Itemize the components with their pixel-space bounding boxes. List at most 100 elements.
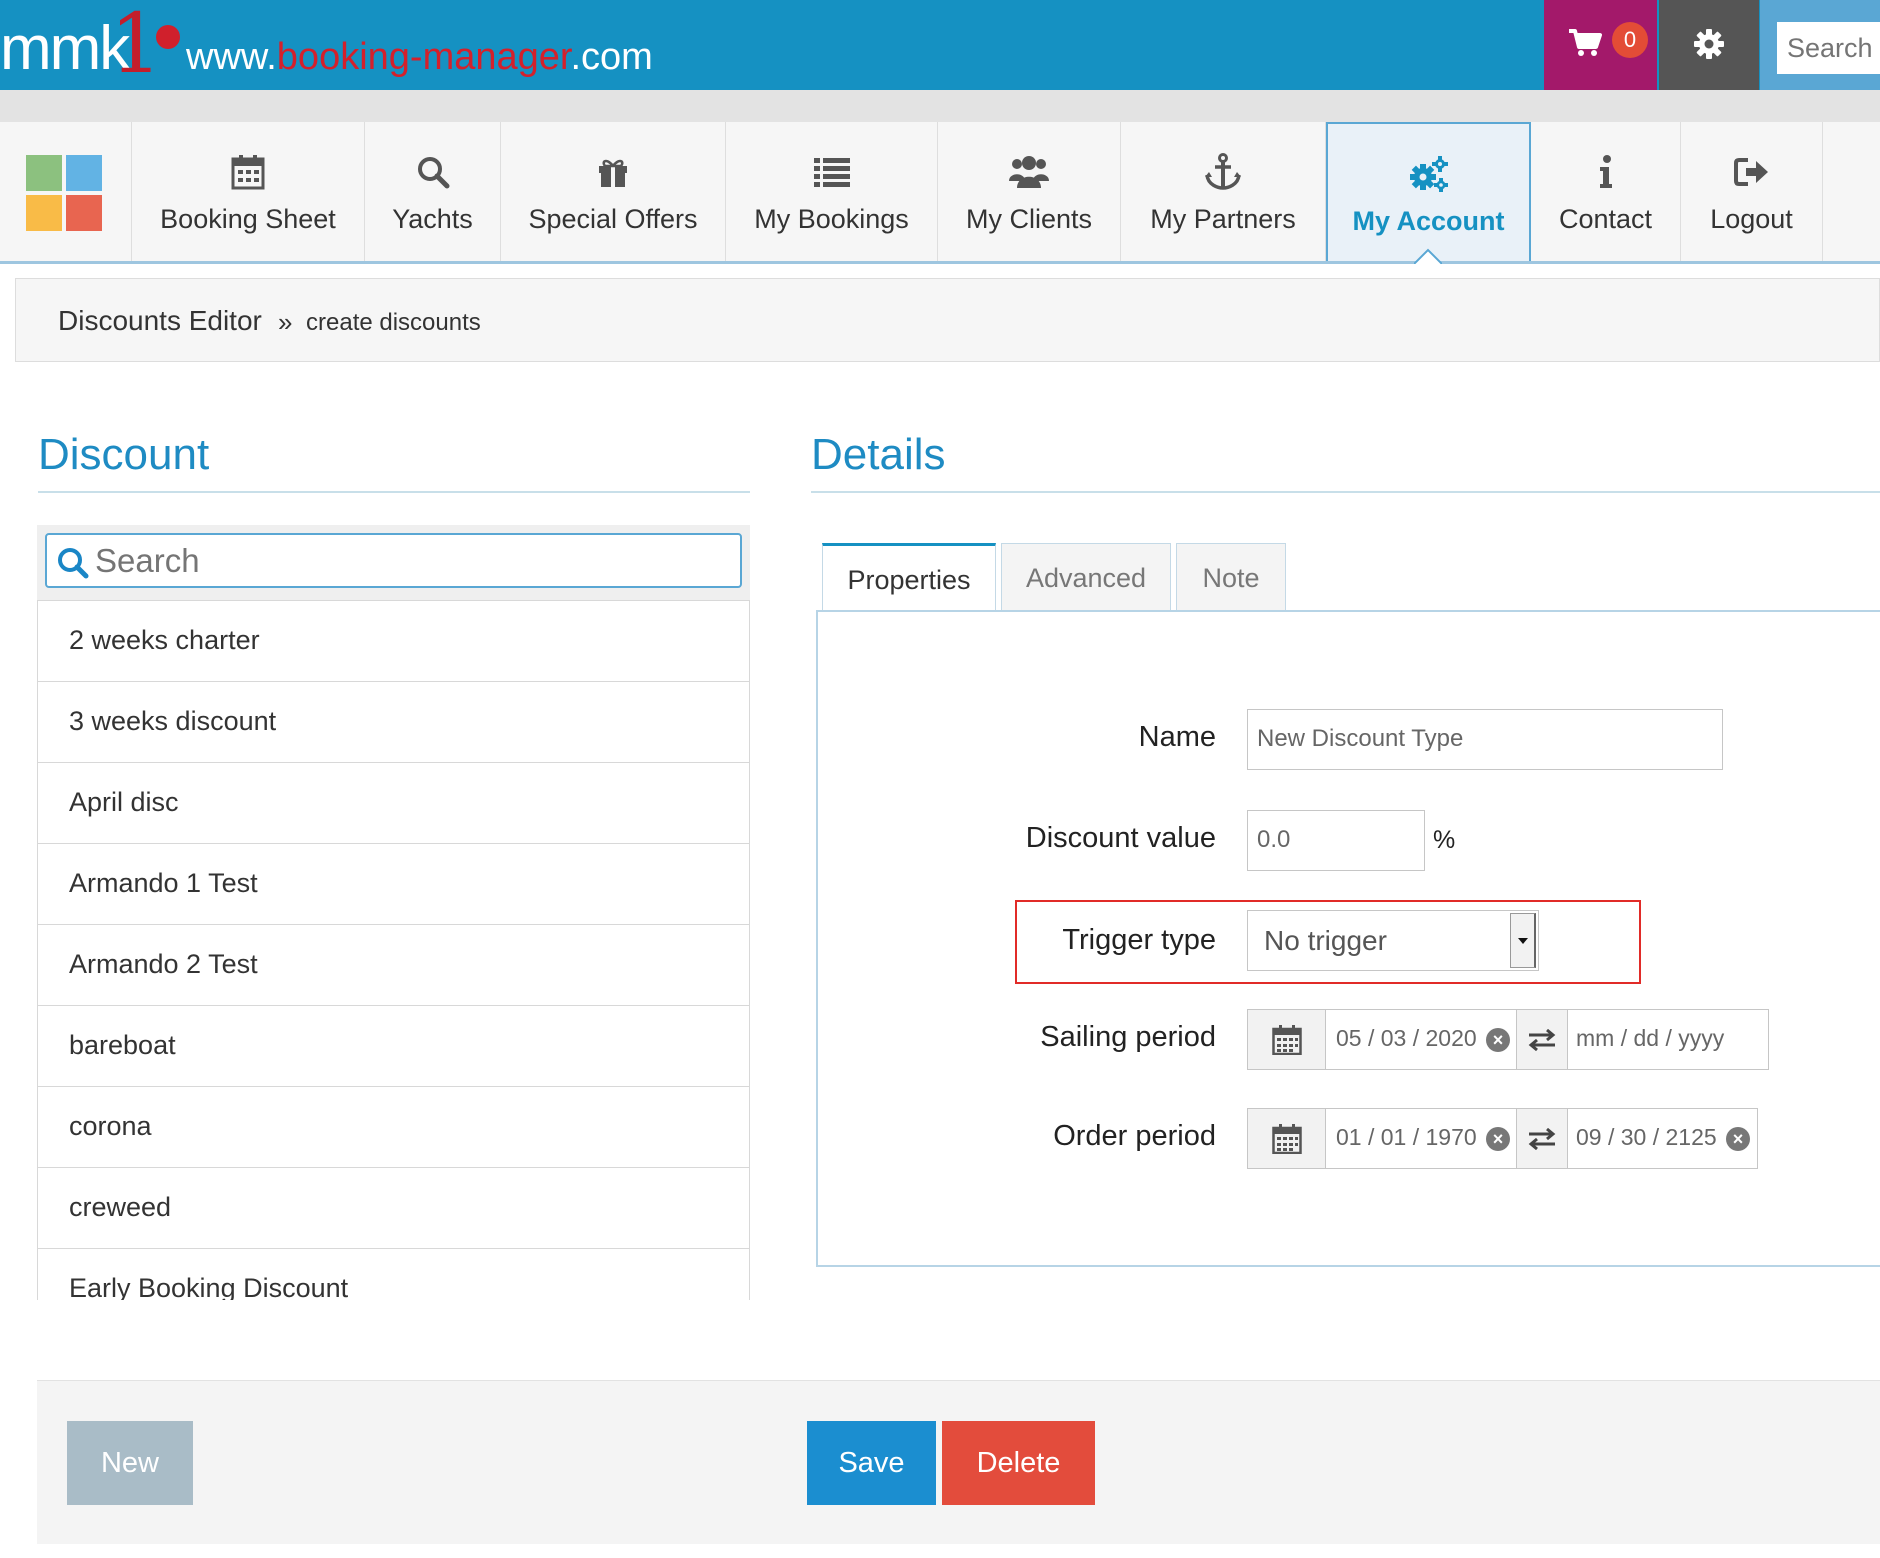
list-item[interactable]: 2 weeks charter <box>38 600 749 681</box>
order-swap-button[interactable] <box>1516 1109 1568 1168</box>
list-item-label: Armando 2 Test <box>69 949 258 979</box>
new-button[interactable]: New <box>67 1421 193 1505</box>
discount-search-box <box>45 533 742 588</box>
tab-properties[interactable]: Properties <box>822 543 996 613</box>
cart-icon <box>1569 29 1602 56</box>
order-from-date[interactable]: 01 / 01 / 1970 <box>1336 1124 1477 1151</box>
order-period-range: 01 / 01 / 1970 × 09 / 30 / 2125 × <box>1247 1108 1758 1169</box>
app-grid-logo-icon <box>26 155 102 231</box>
sailing-to-date[interactable]: mm / dd / yyyy <box>1576 1025 1724 1052</box>
list-icon <box>813 158 850 187</box>
logo-one-mark: 1 <box>110 0 163 92</box>
discount-search-input[interactable] <box>95 539 725 583</box>
nav-label-logout: Logout <box>1710 204 1793 234</box>
tab-note[interactable]: Note <box>1176 543 1286 611</box>
order-to-date[interactable]: 09 / 30 / 2125 <box>1576 1124 1717 1151</box>
cart-button[interactable]: 0 <box>1544 0 1657 90</box>
sailing-period-label: Sailing period <box>1040 1021 1216 1053</box>
list-item-label: 2 weeks charter <box>69 625 260 655</box>
gift-icon <box>599 159 627 187</box>
discount-value-field[interactable]: 0.0 <box>1247 810 1425 871</box>
users-icon <box>1009 156 1049 188</box>
sailing-period-range: 05 / 03 / 2020 × mm / dd / yyyy <box>1247 1009 1769 1070</box>
list-item-label: corona <box>69 1111 152 1141</box>
nav-my-account[interactable]: My Account <box>1326 122 1531 261</box>
discount-title-underline <box>38 491 750 493</box>
order-calendar-button[interactable] <box>1248 1109 1326 1168</box>
discount-list[interactable]: 2 weeks charter 3 weeks discount April d… <box>37 600 750 1300</box>
exchange-icon <box>1528 1127 1556 1150</box>
save-button[interactable]: Save <box>807 1421 936 1505</box>
nav-label-my-clients: My Clients <box>965 204 1093 234</box>
breadcrumb-separator: » <box>278 307 293 337</box>
list-item-label: April disc <box>69 787 179 817</box>
name-field-value: New Discount Type <box>1257 725 1464 752</box>
nav-yachts[interactable]: Yachts <box>365 122 501 261</box>
nav-my-clients[interactable]: My Clients <box>938 122 1121 261</box>
list-item[interactable]: Armando 2 Test <box>38 924 749 1005</box>
active-nav-caret <box>1414 248 1442 264</box>
list-item-label: bareboat <box>69 1030 176 1060</box>
nav-logout[interactable]: Logout <box>1681 122 1823 261</box>
list-item-label: creweed <box>69 1192 172 1222</box>
sign-out-icon <box>1733 158 1768 186</box>
nav-label-contact: Contact <box>1558 204 1653 234</box>
nav-booking-sheet[interactable]: Booking Sheet <box>132 122 365 261</box>
chevron-down-icon[interactable] <box>1510 913 1536 968</box>
tab-advanced[interactable]: Advanced <box>1001 543 1171 611</box>
calendar-icon <box>1271 1123 1302 1154</box>
nav-label-my-bookings: My Bookings <box>754 204 909 234</box>
search-icon <box>417 157 449 189</box>
nav-label-my-partners: My Partners <box>1150 204 1296 234</box>
nav-contact[interactable]: Contact <box>1531 122 1681 261</box>
details-panel-title: Details <box>811 430 946 479</box>
settings-button[interactable] <box>1659 0 1759 90</box>
top-header: mmk 1 www.booking-manager.com 0 <box>0 0 1880 90</box>
order-from-clear-icon[interactable]: × <box>1486 1127 1510 1151</box>
trigger-type-select[interactable]: No trigger <box>1247 910 1539 971</box>
sailing-from-clear-icon[interactable]: × <box>1486 1028 1510 1052</box>
sailing-from-date[interactable]: 05 / 03 / 2020 <box>1336 1025 1477 1052</box>
nav-my-partners[interactable]: My Partners <box>1121 122 1326 261</box>
nav-my-bookings[interactable]: My Bookings <box>726 122 938 261</box>
trigger-type-label: Trigger type <box>1062 924 1216 956</box>
name-field[interactable]: New Discount Type <box>1247 709 1723 770</box>
nav-home-logo[interactable] <box>0 122 132 261</box>
calendar-icon <box>231 155 265 190</box>
top-search-input[interactable] <box>1777 22 1880 74</box>
url-domain: booking-manager <box>276 36 571 78</box>
details-title-underline <box>811 491 1880 493</box>
list-item[interactable]: corona <box>38 1086 749 1167</box>
sailing-swap-button[interactable] <box>1516 1010 1568 1069</box>
nav-label-special-offers: Special Offers <box>528 204 698 234</box>
search-icon <box>58 548 89 579</box>
nav-label-my-account: My Account <box>1352 206 1505 236</box>
url-suffix: .com <box>570 36 653 78</box>
order-to-clear-icon[interactable]: × <box>1726 1127 1750 1151</box>
list-item[interactable]: Early Booking Discount <box>38 1248 749 1300</box>
nav-special-offers[interactable]: Special Offers <box>501 122 726 261</box>
cogs-icon <box>1409 156 1448 192</box>
discount-search-panel <box>37 525 750 600</box>
trigger-type-value: No trigger <box>1264 925 1387 956</box>
list-item[interactable]: bareboat <box>38 1005 749 1086</box>
list-item[interactable]: creweed <box>38 1167 749 1248</box>
name-label: Name <box>1138 721 1216 753</box>
breadcrumb-discounts-editor[interactable]: Discounts Editor <box>58 305 262 337</box>
discount-panel-title: Discount <box>38 430 210 479</box>
list-item[interactable]: April disc <box>38 762 749 843</box>
discount-value-label: Discount value <box>1025 822 1216 854</box>
site-url: www.booking-manager.com <box>186 38 653 76</box>
order-period-label: Order period <box>1053 1120 1216 1152</box>
header-divider-strip <box>0 90 1880 122</box>
top-search-container <box>1760 0 1880 90</box>
gear-icon <box>1694 29 1724 59</box>
list-item[interactable]: Armando 1 Test <box>38 843 749 924</box>
delete-button[interactable]: Delete <box>942 1421 1095 1505</box>
anchor-icon <box>1205 153 1241 190</box>
breadcrumb-current: create discounts <box>306 309 481 336</box>
cart-count-badge: 0 <box>1612 22 1648 58</box>
list-item[interactable]: 3 weeks discount <box>38 681 749 762</box>
sailing-calendar-button[interactable] <box>1248 1010 1326 1069</box>
discount-unit: % <box>1433 826 1456 854</box>
